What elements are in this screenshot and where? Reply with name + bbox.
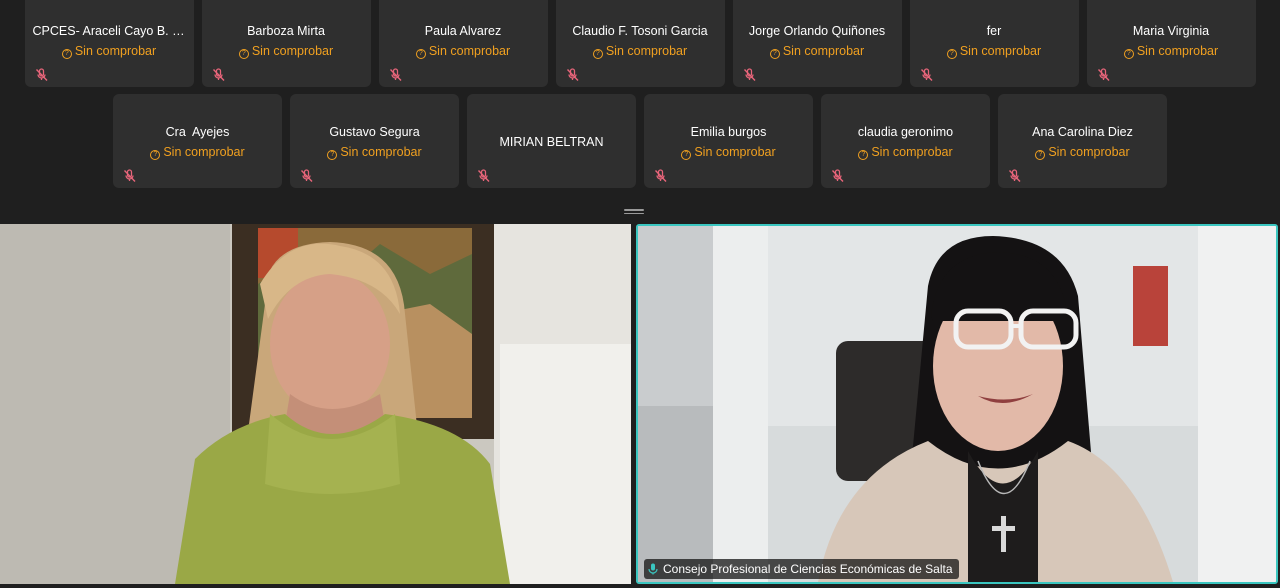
participant-name: fer bbox=[986, 24, 1002, 38]
participant-name: MIRIAN BELTRAN bbox=[499, 135, 604, 149]
participant-name: CPCES- Araceli Cayo B. Gon... bbox=[32, 24, 186, 38]
participant-tile[interactable]: Maria Virginia ? Sin comprobar bbox=[1086, 0, 1256, 87]
status-label: ? Sin comprobar bbox=[25, 44, 194, 59]
question-circle-icon: ? bbox=[238, 49, 249, 59]
mic-off-icon bbox=[123, 169, 136, 182]
question-circle-icon: ? bbox=[681, 150, 692, 160]
mic-on-icon bbox=[648, 563, 658, 575]
mic-off-icon bbox=[1097, 68, 1110, 81]
participant-name: Jorge Orlando Quiñones bbox=[748, 24, 886, 38]
participant-tile[interactable]: Emilia burgos ? Sin comprobar bbox=[644, 94, 813, 188]
mic-off-icon bbox=[477, 169, 490, 182]
question-circle-icon: ? bbox=[415, 49, 426, 59]
status-label: ? Sin comprobar bbox=[379, 44, 548, 59]
participant-name: Paula Alvarez bbox=[424, 24, 502, 38]
participant-name: Maria Virginia bbox=[1132, 24, 1210, 38]
question-circle-icon: ? bbox=[1035, 150, 1046, 160]
status-label: ? Sin comprobar bbox=[202, 44, 371, 59]
participant-tile[interactable]: Gustavo Segura ? Sin comprobar bbox=[290, 94, 459, 188]
status-label: ? Sin comprobar bbox=[644, 145, 813, 160]
question-circle-icon: ? bbox=[592, 49, 603, 59]
participant-tile[interactable]: Jorge Orlando Quiñones ? Sin comprobar bbox=[732, 0, 902, 87]
participant-tile[interactable]: MIRIAN BELTRAN bbox=[467, 94, 636, 188]
participant-name: claudia geronimo bbox=[857, 125, 954, 139]
status-label: ? Sin comprobar bbox=[290, 145, 459, 160]
mic-off-icon bbox=[212, 68, 225, 81]
participant-row-1: CPCES- Araceli Cayo B. Gon... ?Sin compr… bbox=[0, 0, 1280, 87]
participant-tile[interactable]: Paula Alvarez ? Sin comprobar bbox=[378, 0, 548, 87]
question-circle-icon: ? bbox=[61, 49, 72, 59]
participant-tile[interactable]: Barboza Mirta ? Sin comprobar bbox=[201, 0, 371, 87]
participant-name: Gustavo Segura bbox=[329, 125, 420, 139]
video-feed-left[interactable] bbox=[0, 224, 631, 584]
status-label: ? Sin comprobar bbox=[1087, 44, 1256, 59]
participant-video-image bbox=[638, 226, 1276, 582]
participant-name: Cra Ayejes bbox=[165, 125, 230, 139]
participant-tile[interactable]: claudia geronimo ? Sin comprobar bbox=[821, 94, 990, 188]
mic-off-icon bbox=[831, 169, 844, 182]
participant-tile[interactable]: CPCES- Araceli Cayo B. Gon... ?Sin compr… bbox=[24, 0, 194, 87]
meeting-stage: CPCES- Araceli Cayo B. Gon... ?Sin compr… bbox=[0, 0, 1280, 588]
video-feed-active-speaker[interactable]: Consejo Profesional de Ciencias Económic… bbox=[636, 224, 1278, 584]
status-label: ? Sin comprobar bbox=[113, 145, 282, 160]
participant-name: Ana Carolina Diez bbox=[1032, 125, 1133, 139]
mic-off-icon bbox=[654, 169, 667, 182]
mic-off-icon bbox=[920, 68, 933, 81]
question-circle-icon: ? bbox=[858, 150, 869, 160]
active-speaker-label: Consejo Profesional de Ciencias Económic… bbox=[644, 559, 959, 579]
status-label: ? Sin comprobar bbox=[733, 44, 902, 59]
participant-name: Claudio F. Tosoni Garcia bbox=[572, 24, 708, 38]
status-label: ? Sin comprobar bbox=[998, 145, 1167, 160]
question-circle-icon: ? bbox=[327, 150, 338, 160]
question-circle-icon: ? bbox=[769, 49, 780, 59]
question-circle-icon: ? bbox=[946, 49, 957, 59]
question-circle-icon: ? bbox=[1123, 49, 1134, 59]
participant-name: Barboza Mirta bbox=[247, 24, 325, 38]
participant-tile[interactable]: fer ? Sin comprobar bbox=[909, 0, 1079, 87]
status-label: ? Sin comprobar bbox=[910, 44, 1079, 59]
participant-video-image bbox=[0, 224, 631, 584]
question-circle-icon: ? bbox=[150, 150, 161, 160]
mic-off-icon bbox=[35, 68, 48, 81]
participant-name: Emilia burgos bbox=[690, 125, 767, 139]
mic-off-icon bbox=[300, 169, 313, 182]
drag-handle-icon[interactable] bbox=[624, 209, 644, 216]
participant-tile[interactable]: Claudio F. Tosoni Garcia ? Sin comprobar bbox=[555, 0, 725, 87]
mic-off-icon bbox=[743, 68, 756, 81]
mic-off-icon bbox=[389, 68, 402, 81]
mic-off-icon bbox=[566, 68, 579, 81]
participant-tile[interactable]: Cra Ayejes ? Sin comprobar bbox=[113, 94, 282, 188]
status-label: ? Sin comprobar bbox=[821, 145, 990, 160]
participant-tile[interactable]: Ana Carolina Diez ? Sin comprobar bbox=[998, 94, 1167, 188]
participant-row-2: Cra Ayejes ? Sin comprobar Gustavo Segura… bbox=[0, 94, 1280, 188]
status-label: ? Sin comprobar bbox=[556, 44, 725, 59]
mic-off-icon bbox=[1008, 169, 1021, 182]
